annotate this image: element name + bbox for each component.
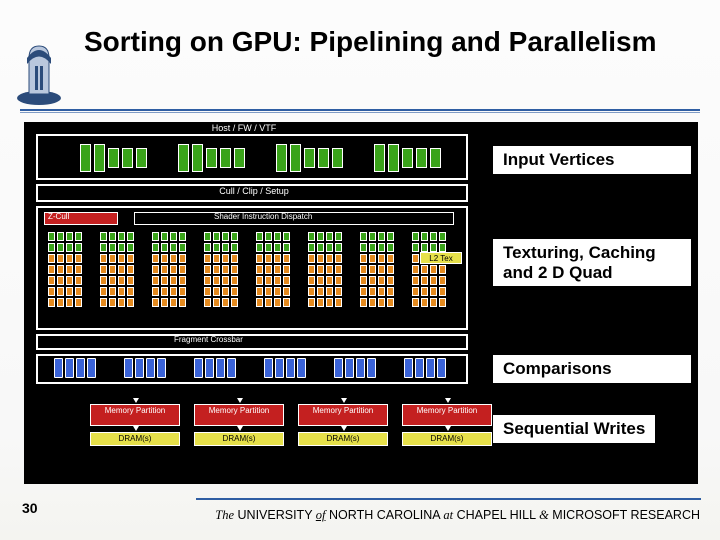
- rop-group: [254, 358, 316, 380]
- footer-word: NORTH CAROLINA: [329, 508, 440, 522]
- memory-partition-label: Memory Partition: [194, 407, 284, 415]
- shader-cluster: [412, 232, 458, 324]
- footer-word: CHAPEL HILL: [457, 508, 536, 522]
- dram-label: DRAM(s): [194, 434, 284, 443]
- rop-group: [324, 358, 386, 380]
- callout-texturing: Texturing, Caching and 2 D Quad: [492, 238, 692, 287]
- shader-dispatch-label: Shader Instruction Dispatch: [214, 212, 312, 221]
- callout-sequential-writes: Sequential Writes: [486, 414, 692, 444]
- vertex-group: [276, 144, 343, 174]
- footer-word: UNIVERSITY: [238, 508, 313, 522]
- dram-label: DRAM(s): [298, 434, 388, 443]
- footer-word: &: [539, 508, 549, 522]
- rop-group: [184, 358, 246, 380]
- memory-partition-label: Memory Partition: [90, 407, 180, 415]
- dram-label: DRAM(s): [90, 434, 180, 443]
- memory-partition: Memory Partition DRAM(s): [90, 404, 180, 446]
- memory-partition: Memory Partition DRAM(s): [298, 404, 388, 446]
- l2-tex-label: L2 Tex: [420, 252, 462, 264]
- callout-comparisons: Comparisons: [492, 354, 692, 384]
- dram-label: DRAM(s): [402, 434, 492, 443]
- host-label: Host / FW / VTF: [144, 123, 344, 133]
- shader-cluster: [48, 232, 94, 324]
- vertex-group: [178, 144, 245, 174]
- footer-word: at: [443, 508, 453, 522]
- memory-partition: Memory Partition DRAM(s): [402, 404, 492, 446]
- footer-word: of: [316, 508, 326, 522]
- unc-logo: [14, 36, 64, 106]
- cull-label: Cull / Clip / Setup: [164, 186, 344, 196]
- gpu-pipeline-diagram: Host / FW / VTF Cull / Clip / Setup Z-Cu…: [24, 122, 698, 484]
- memory-partition-label: Memory Partition: [298, 407, 388, 415]
- fragment-crossbar-label: Fragment Crossbar: [174, 335, 243, 344]
- shader-cluster: [256, 232, 302, 324]
- rop-group: [44, 358, 106, 380]
- footer-word: MICROSOFT RESEARCH: [552, 508, 700, 522]
- memory-partition: Memory Partition DRAM(s): [194, 404, 284, 446]
- footer-attribution: The UNIVERSITY of NORTH CAROLINA at CHAP…: [160, 508, 700, 523]
- vertex-group: [80, 144, 147, 174]
- memory-partition-label: Memory Partition: [402, 407, 492, 415]
- callout-input-vertices: Input Vertices: [492, 145, 692, 175]
- shader-cluster: [360, 232, 406, 324]
- shader-cluster: [308, 232, 354, 324]
- slide-title: Sorting on GPU: Pipelining and Paralleli…: [84, 24, 684, 59]
- rop-group: [394, 358, 456, 380]
- title-rule: [20, 109, 700, 111]
- shader-cluster: [100, 232, 146, 324]
- rop-group: [114, 358, 176, 380]
- page-number: 30: [22, 500, 38, 516]
- zcull-label: Z-Cull: [48, 212, 69, 221]
- footer-rule: [196, 498, 701, 500]
- stage-frame-frag: [36, 334, 468, 350]
- vertex-group: [374, 144, 441, 174]
- footer-word: The: [215, 508, 234, 522]
- shader-cluster: [152, 232, 198, 324]
- shader-cluster: [204, 232, 250, 324]
